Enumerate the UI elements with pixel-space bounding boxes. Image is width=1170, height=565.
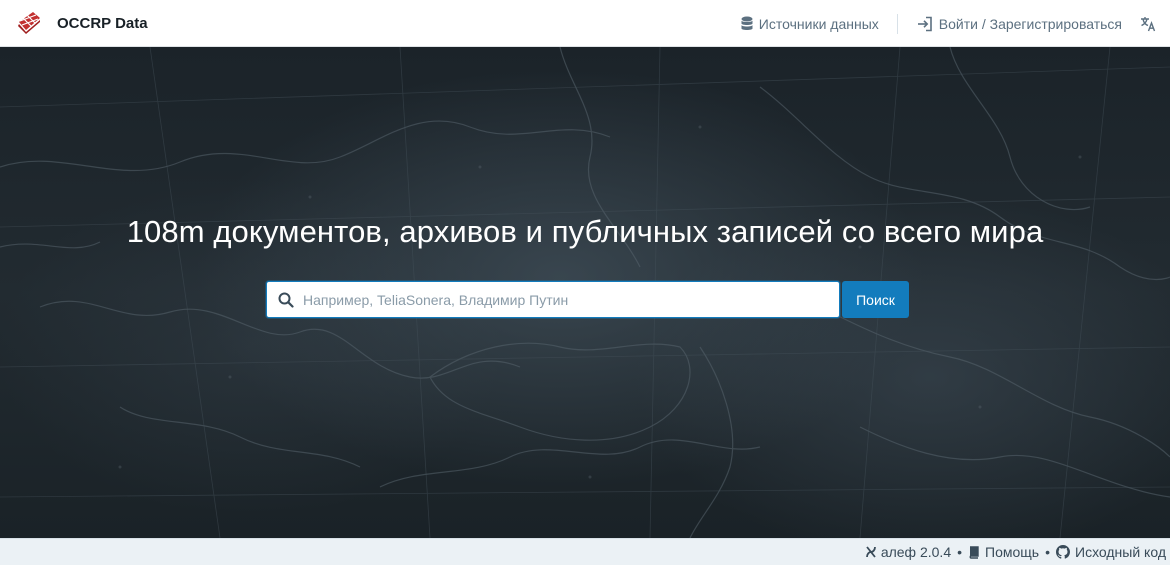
navbar: OCCRP Data Источники данных Войти / Заре… bbox=[0, 0, 1170, 47]
search-button[interactable]: Поиск bbox=[842, 281, 909, 318]
search-form: Поиск bbox=[266, 281, 909, 318]
source-code-link[interactable]: Исходный код bbox=[1056, 544, 1166, 560]
footer: алеф 2.0.4 • Помощь • Исходный код bbox=[0, 538, 1170, 565]
hero-section: 108m документов, архивов и публичных зап… bbox=[0, 47, 1170, 538]
brand-link[interactable]: OCCRP Data bbox=[0, 0, 148, 47]
login-label: Войти / Зарегистрироваться bbox=[938, 15, 1122, 32]
search-icon bbox=[278, 292, 294, 308]
occrp-logo-icon bbox=[18, 12, 40, 34]
github-icon bbox=[1056, 545, 1070, 559]
database-icon bbox=[741, 16, 753, 30]
sources-link[interactable]: Источники данных bbox=[741, 16, 879, 32]
book-icon bbox=[969, 545, 979, 559]
brand-name: OCCRP Data bbox=[57, 14, 148, 32]
navbar-divider bbox=[896, 13, 898, 34]
footer-separator: • bbox=[957, 544, 963, 560]
version-label: алеф 2.0.4 bbox=[880, 544, 952, 560]
help-label: Помощь bbox=[985, 544, 1040, 560]
log-in-icon bbox=[917, 16, 932, 31]
search-input[interactable] bbox=[303, 282, 833, 317]
aleph-icon bbox=[865, 546, 876, 558]
sources-label: Источники данных bbox=[758, 15, 879, 32]
help-link[interactable]: Помощь bbox=[968, 544, 1039, 560]
search-box[interactable] bbox=[266, 281, 840, 318]
footer-separator: • bbox=[1045, 544, 1050, 560]
login-link[interactable]: Войти / Зарегистрироваться bbox=[917, 16, 1122, 32]
translate-icon bbox=[1141, 16, 1156, 31]
language-switcher[interactable] bbox=[1140, 16, 1156, 32]
version-info: алеф 2.0.4 bbox=[865, 544, 952, 560]
source-code-label: Исходный код bbox=[1075, 544, 1166, 560]
hero-title: 108m документов, архивов и публичных зап… bbox=[126, 214, 1044, 249]
